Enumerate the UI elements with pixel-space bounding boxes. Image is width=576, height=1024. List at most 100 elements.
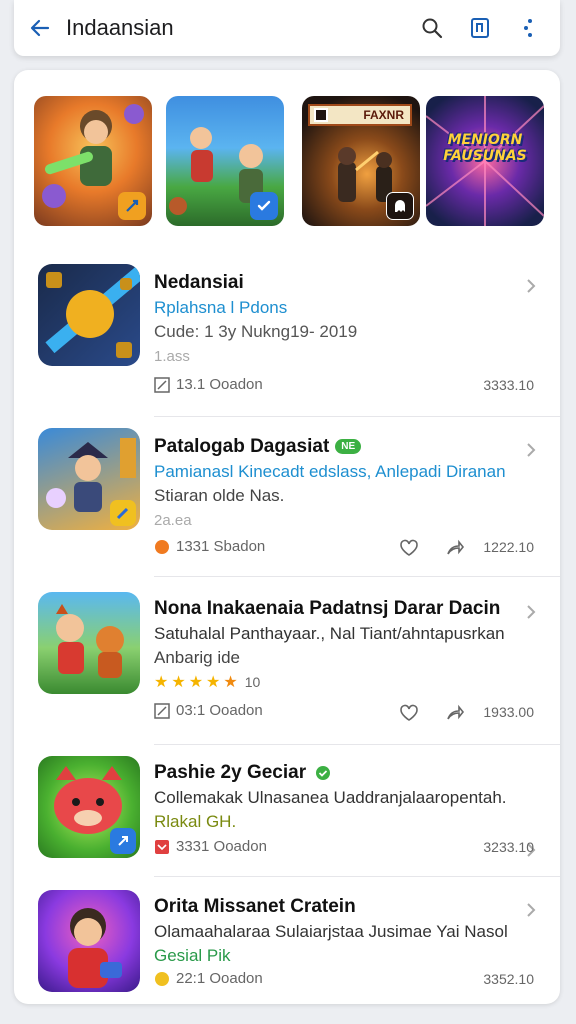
app-footer: 13.1 Ooadon: [154, 376, 263, 393]
pencil-icon: [116, 507, 129, 520]
app-actions: [396, 700, 468, 726]
hero-boy-art: [68, 908, 122, 988]
featured-badge: [386, 192, 414, 220]
app-count: 3352.10: [483, 971, 534, 987]
featured-item[interactable]: MENIORN FAUSUNAS: [426, 96, 544, 226]
app-subtitle: Pamianasl Kinecadt edslass, Anlepadi Dir…: [154, 462, 506, 481]
app-title: Orita Missanet Cratein: [154, 896, 356, 917]
orange-dot-icon: [155, 539, 169, 554]
app-subtitle: Satuhalal Panthayaar., Nal Tiant/ahntapu…: [154, 624, 505, 643]
share-icon: [447, 704, 465, 720]
app-actions: [396, 535, 468, 561]
more-vert-icon: [524, 19, 532, 37]
share-icon: [447, 539, 465, 555]
edit-icon: [154, 702, 170, 719]
search-button[interactable]: [414, 10, 450, 46]
star-icon: ★: [223, 674, 238, 691]
star-icon: ★: [154, 674, 169, 691]
app-footer: 22:1 Ooadon: [154, 970, 263, 987]
share-button[interactable]: [442, 535, 468, 561]
app-meta: 2a.ea: [154, 512, 192, 529]
arrow-left-icon: [30, 19, 50, 37]
app-subtitle: Olamaahalaraa Sulaiarjstaa Jusimae Yai N…: [154, 922, 508, 941]
featured-badge: [250, 192, 278, 220]
app-footer-text: 22:1 Ooadon: [176, 970, 263, 987]
app-title-text: Patalogab Dagasiat: [154, 436, 330, 457]
list-item[interactable]: Nedansiai Rplahsna l Pdons Cude: 1 3y Nu…: [14, 242, 560, 417]
golden-fist-art: [45, 264, 140, 358]
star-icon: ★: [171, 674, 186, 691]
app-description: Gesial Pik: [154, 946, 231, 965]
divider: [154, 876, 560, 877]
kid-and-fox-art: [56, 604, 124, 678]
star-icon: ★: [188, 674, 204, 691]
app-icon: [38, 264, 140, 366]
chevron-right-icon[interactable]: [524, 602, 538, 622]
content-card: FAXNR MENIORN FAUSUNAS Nedansiai Rplahsn…: [14, 70, 560, 1004]
verified-icon: [316, 765, 331, 780]
app-description: Anbarig ide: [154, 648, 241, 667]
red-flag-icon: [155, 839, 169, 854]
app-subtitle: Collemakak Ulnasanea Uaddranjalaaropenta…: [154, 788, 507, 807]
featured-badge: [118, 192, 146, 220]
ghost-icon: [395, 200, 405, 212]
share-button[interactable]: [442, 700, 468, 726]
page-title: Indaansian: [66, 15, 174, 40]
heart-icon: [400, 539, 418, 556]
app-description: Rlakal GH.: [154, 812, 237, 831]
app-count: 3233.10: [483, 839, 534, 855]
app-footer: 1331 Sbadon: [154, 538, 265, 555]
back-button[interactable]: [14, 0, 66, 56]
new-tag: NE: [335, 439, 362, 455]
app-count: 3333.10: [483, 377, 534, 393]
featured-carousel: FAXNR MENIORN FAUSUNAS: [34, 96, 544, 226]
chevron-right-icon[interactable]: [524, 440, 538, 460]
compass-icon: [126, 199, 139, 212]
check-icon: [257, 200, 271, 211]
more-options-button[interactable]: [510, 10, 546, 46]
app-count: 1222.10: [483, 539, 534, 555]
bookmark-button[interactable]: [462, 10, 498, 46]
app-subtitle: Rplahsna l Pdons: [154, 298, 288, 317]
app-footer-text: 03:1 Ooadon: [176, 702, 263, 719]
featured-item[interactable]: [34, 96, 152, 226]
app-meta: 1.ass: [154, 348, 190, 365]
chevron-right-icon[interactable]: [524, 276, 538, 296]
app-title: Nedansiai: [154, 272, 244, 293]
featured-poster-text: MENIORN FAUSUNAS: [443, 132, 527, 164]
app-icon: [38, 428, 140, 530]
app-footer: 3331 Ooadon: [154, 838, 267, 855]
list-item[interactable]: Orita Missanet Cratein Olamaahalaraa Sul…: [14, 882, 560, 1004]
edit-icon: [154, 376, 170, 393]
star-icon: ★: [206, 674, 221, 691]
bookmark-icon: [471, 18, 489, 38]
app-title-text: Pashie 2y Geciar: [154, 762, 307, 783]
app-footer-text: 13.1 Ooadon: [176, 376, 263, 393]
rating-stars: ★ ★ ★ ★ ★ 10: [154, 672, 260, 692]
app-count: 1933.00: [483, 704, 534, 720]
coin-icon: [155, 971, 169, 986]
app-footer: 03:1 Ooadon: [154, 702, 263, 719]
like-button[interactable]: [396, 700, 422, 726]
top-app-bar: Indaansian: [14, 0, 560, 56]
heart-icon: [400, 704, 418, 721]
app-title: Patalogab Dagasiat NE: [154, 436, 362, 458]
app-title: Pashie 2y Geciar: [154, 762, 331, 784]
app-title: Nona Inakaenaia Padatnsj Darar Dacin: [154, 598, 501, 619]
featured-item[interactable]: [166, 96, 284, 226]
like-button[interactable]: [396, 535, 422, 561]
app-footer-text: 3331 Ooadon: [176, 838, 267, 855]
divider: [154, 576, 560, 577]
list-item-footer: 03:1 Ooadon 1933.00: [14, 694, 560, 745]
list-item-text: Pashie 2y Geciar Collemakak Ulnasanea Ua…: [14, 748, 560, 878]
app-icon: [38, 592, 140, 694]
divider: [154, 744, 560, 745]
list-item[interactable]: Patalogab Dagasiat NE Pamianasl Kinecadt …: [14, 416, 560, 577]
app-icon: [38, 890, 140, 992]
rating-value: 10: [244, 674, 261, 690]
featured-item[interactable]: FAXNR: [302, 96, 420, 226]
app-footer-text: 1331 Sbadon: [176, 538, 266, 555]
app-description: Stiaran olde Nas.: [154, 486, 285, 505]
chevron-right-icon[interactable]: [524, 900, 538, 920]
app-description: Cude: 1 3y Nukng19- 2019: [154, 322, 358, 341]
